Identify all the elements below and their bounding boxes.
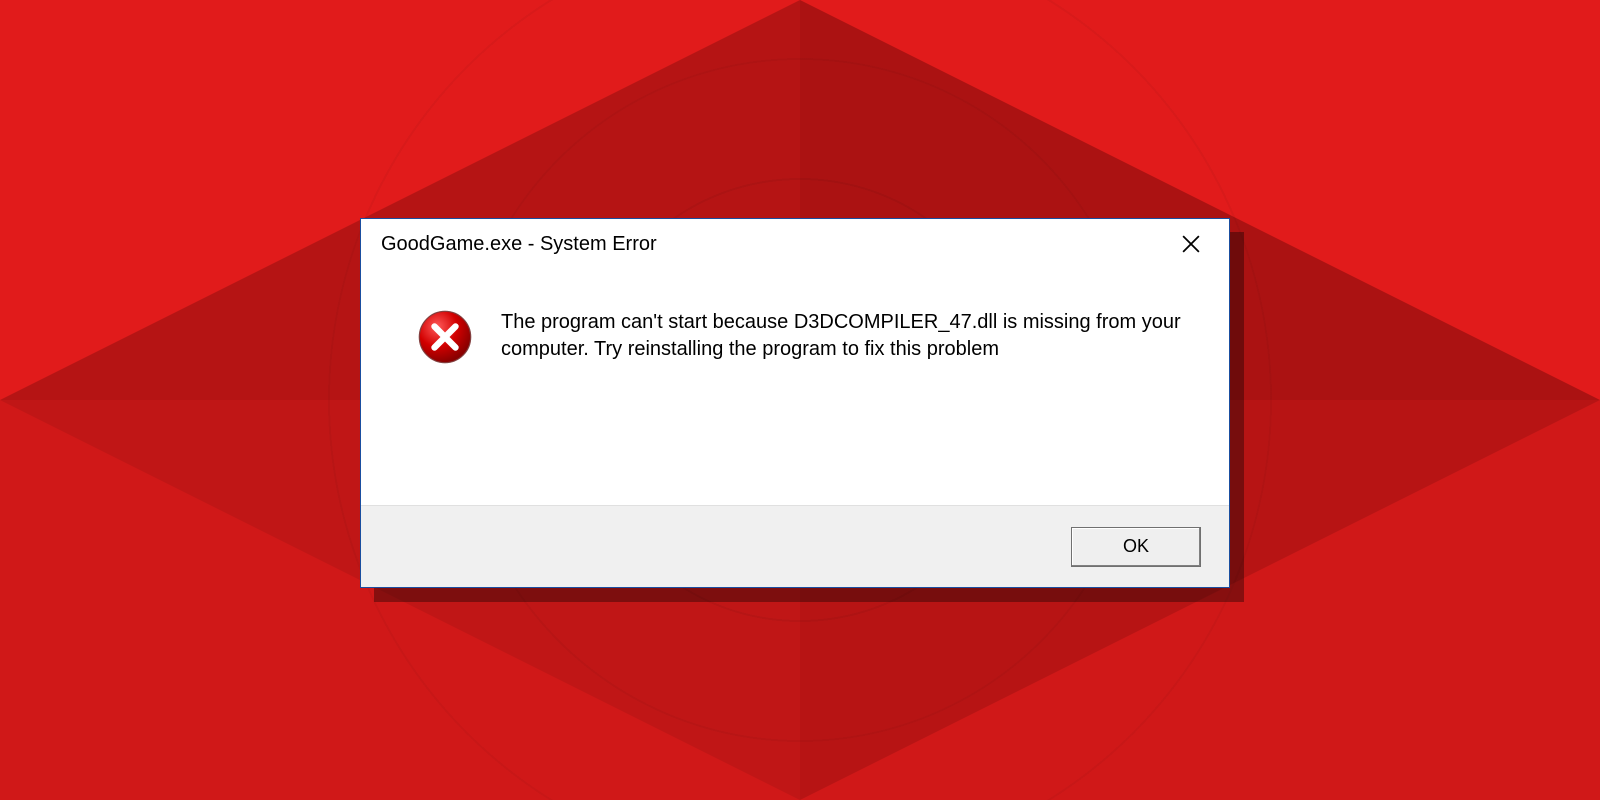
close-icon [1182,235,1200,253]
ok-button[interactable]: OK [1071,527,1201,567]
dialog-title: GoodGame.exe - System Error [381,233,1167,256]
error-icon [417,309,473,365]
error-dialog: GoodGame.exe - System Error The program … [360,218,1230,588]
dialog-footer: OK [361,505,1229,587]
error-message: The program can't start because D3DCOMPI… [501,309,1181,363]
close-button[interactable] [1167,226,1215,262]
ok-button-label: OK [1123,536,1149,557]
dialog-titlebar[interactable]: GoodGame.exe - System Error [361,219,1229,269]
dialog-body: The program can't start because D3DCOMPI… [361,269,1229,505]
